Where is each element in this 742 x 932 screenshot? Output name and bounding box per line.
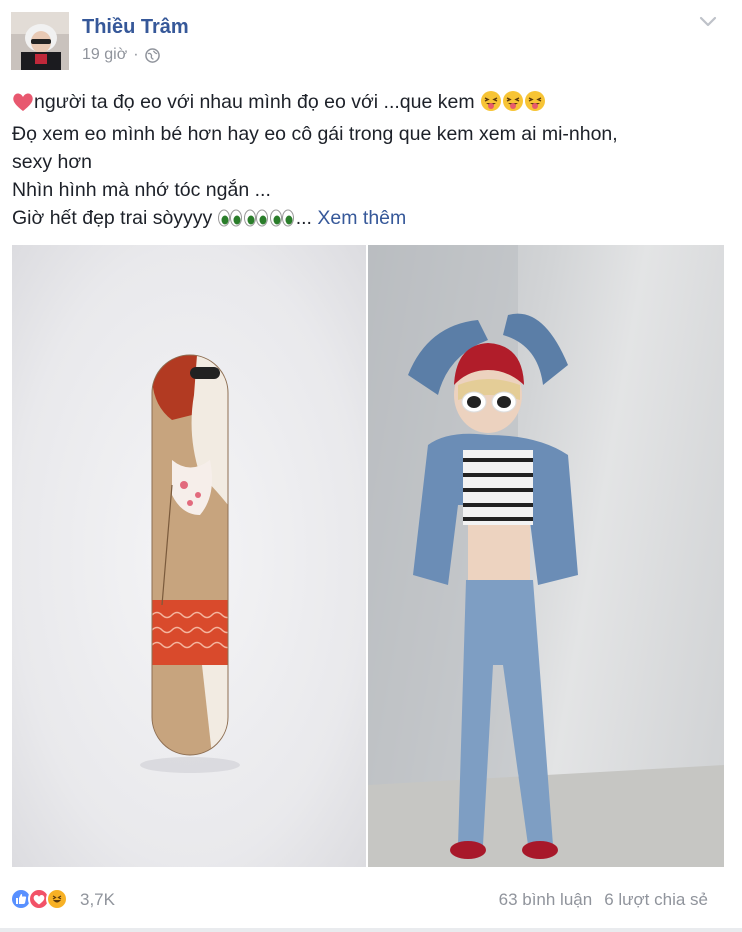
divider xyxy=(0,928,742,932)
post-line-1-text: người ta đọ eo với nhau mình đọ eo với .… xyxy=(34,91,475,113)
chevron-down-icon[interactable] xyxy=(698,14,718,28)
photo-woman-posing[interactable] xyxy=(368,245,724,867)
photo-ice-cream-stick[interactable] xyxy=(12,245,366,867)
share-count[interactable]: 6 lượt chia sẻ xyxy=(604,890,708,910)
post-line-1: người ta đọ eo với nhau mình đọ eo với .… xyxy=(12,88,732,120)
see-more-link[interactable]: Xem thêm xyxy=(317,207,406,229)
haha-icon[interactable] xyxy=(46,888,68,910)
post-line-3: sexy hơn xyxy=(12,151,92,173)
post-line-5: Giờ hết đẹp trai sòyyyy ... Xem thêm xyxy=(12,204,732,236)
author-name[interactable]: Thiều Trâm xyxy=(82,16,189,39)
comment-count[interactable]: 63 bình luận xyxy=(499,890,593,910)
reaction-icons[interactable] xyxy=(10,888,68,910)
eyes-emoji xyxy=(217,208,296,236)
heart-icon xyxy=(12,92,34,120)
post-meta: 19 giờ · xyxy=(82,46,160,64)
engagement-stats: 63 bình luận 6 lượt chia sẻ xyxy=(499,890,708,910)
post-line-2: Đọ xem eo mình bé hơn hay eo cô gái tron… xyxy=(12,123,618,145)
text-ellipsis: ... xyxy=(295,207,312,229)
feed-post: Thiều Trâm 19 giờ · người ta đọ eo với n… xyxy=(0,0,742,932)
photo-grid xyxy=(12,245,724,867)
post-text: người ta đọ eo với nhau mình đọ eo với .… xyxy=(12,88,732,236)
globe-icon[interactable] xyxy=(144,47,160,63)
tongue-wink-emoji xyxy=(502,90,524,120)
post-line-5-text: Giờ hết đẹp trai sòyyyy xyxy=(12,207,213,229)
meta-separator: · xyxy=(133,46,139,63)
tongue-wink-emoji xyxy=(480,90,502,120)
post-time[interactable]: 19 giờ xyxy=(82,46,127,64)
post-line-4: Nhìn hình mà nhớ tóc ngắn ... xyxy=(12,179,271,201)
author-avatar[interactable] xyxy=(11,12,69,70)
post-footer: 3,7K 63 bình luận 6 lượt chia sẻ xyxy=(0,880,742,924)
reaction-count[interactable]: 3,7K xyxy=(80,890,115,910)
tongue-wink-emoji xyxy=(524,90,546,120)
